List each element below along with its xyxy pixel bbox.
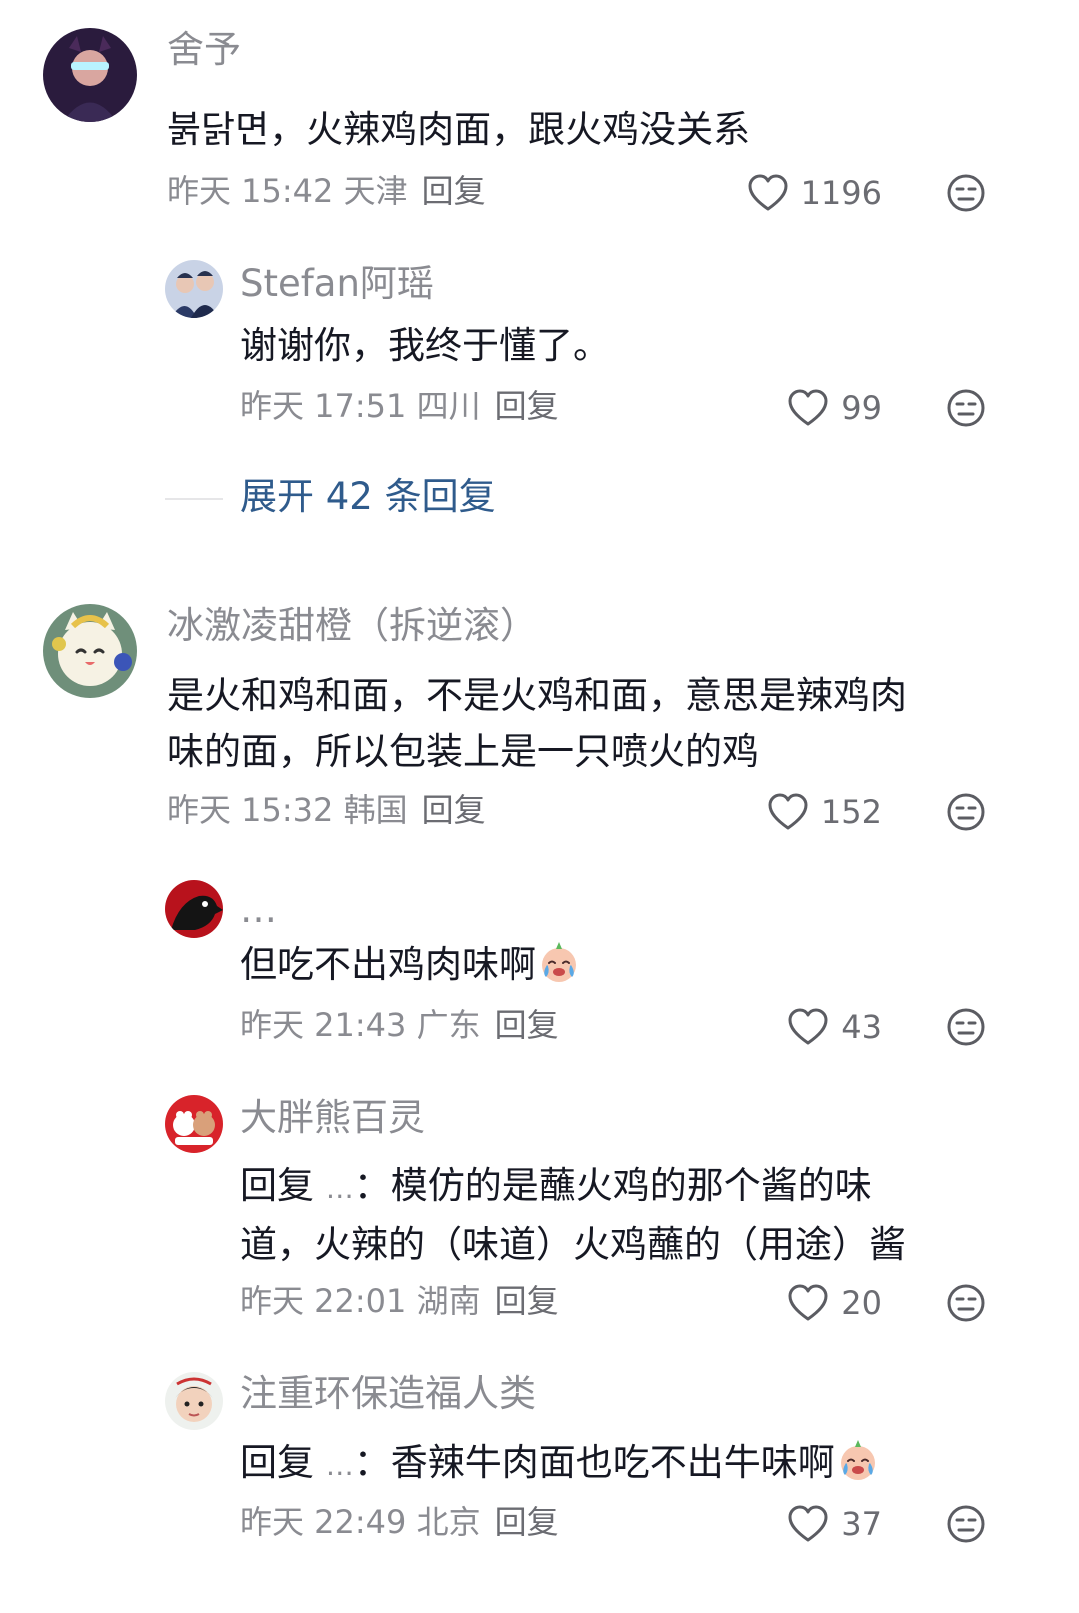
like-count: 1196	[800, 174, 882, 212]
meh-face-icon	[947, 1284, 985, 1322]
meh-face-icon	[947, 389, 985, 427]
crying-face-emoji	[835, 1437, 881, 1483]
meh-face-icon	[947, 793, 985, 831]
comment-text-line: 是火和鸡和面，不是火鸡和面，意思是辣鸡肉	[167, 674, 907, 717]
dislike-button[interactable]	[946, 1283, 986, 1323]
heart-outline-icon	[788, 1284, 828, 1321]
comment-text-line: 回复 …：香辣牛肉面也吃不出牛味啊	[240, 1435, 881, 1494]
reply-prefix: 回复	[240, 1441, 314, 1484]
dislike-button[interactable]	[946, 173, 986, 213]
commenter-name[interactable]: 注重环保造福人类	[240, 1372, 536, 1416]
reply-button[interactable]: 回复	[495, 1282, 559, 1320]
commenter-name[interactable]: 大胖熊百灵	[240, 1096, 425, 1140]
comment-text-line: 味的面，所以包装上是一只喷火的鸡	[167, 730, 759, 773]
like-button[interactable]: 20	[722, 1280, 882, 1326]
comment-text: 붉닭면，火辣鸡肉面，跟火鸡没关系	[167, 102, 750, 158]
comment-time: 昨天 21:43 广东	[240, 1006, 481, 1044]
like-count: 20	[841, 1284, 882, 1322]
comment-time: 昨天 15:42 天津	[167, 172, 408, 210]
comment-meta: 昨天 15:32 韩国 回复	[167, 791, 486, 829]
like-count: 37	[841, 1505, 882, 1543]
comment-time: 昨天 17:51 四川	[240, 387, 481, 425]
comment-text-segment: ：模仿的是蘸火鸡的那个酱的味	[353, 1164, 872, 1207]
reply-button[interactable]: 回复	[495, 1006, 559, 1044]
meh-face-icon	[947, 1008, 985, 1046]
avatar[interactable]	[165, 260, 223, 318]
avatar[interactable]	[165, 880, 223, 938]
comment-meta: 昨天 15:42 天津 回复	[167, 172, 486, 210]
meh-face-icon	[947, 174, 985, 212]
reply-button[interactable]: 回复	[495, 387, 559, 425]
like-button[interactable]: 37	[722, 1501, 882, 1547]
avatar[interactable]	[165, 1095, 223, 1153]
comment-text-line: 但吃不出鸡肉味啊	[240, 943, 536, 986]
commenter-name[interactable]: 舍予	[167, 28, 241, 72]
reply-prefix: 回复	[240, 1164, 314, 1207]
dislike-button[interactable]	[946, 1007, 986, 1047]
reply-button[interactable]: 回复	[495, 1503, 559, 1541]
like-button[interactable]: 43	[722, 1004, 882, 1050]
dislike-button[interactable]	[946, 792, 986, 832]
comment-time: 昨天 22:49 北京	[240, 1503, 481, 1541]
comment-text-line: 붉닭면，火辣鸡肉面，跟火鸡没关系	[167, 108, 751, 151]
like-button[interactable]: 1196	[722, 170, 882, 216]
commenter-name[interactable]: …	[240, 888, 277, 932]
commenter-name[interactable]: Stefan阿瑶	[240, 262, 434, 306]
dislike-button[interactable]	[946, 1504, 986, 1544]
like-button[interactable]: 152	[722, 789, 882, 835]
comment-text: 回复 …：模仿的是蘸火鸡的那个酱的味 道，火辣的（味道）火鸡蘸的（用途）酱	[240, 1158, 906, 1273]
comment-text: 是火和鸡和面，不是火鸡和面，意思是辣鸡肉 味的面，所以包装上是一只喷火的鸡	[167, 668, 907, 780]
like-count: 43	[841, 1008, 882, 1046]
comment-time: 昨天 15:32 韩国	[167, 791, 408, 829]
heart-outline-icon	[788, 389, 828, 426]
commenter-name[interactable]: 冰激凌甜橙（拆逆滚）	[167, 604, 537, 648]
meh-face-icon	[947, 1505, 985, 1543]
reply-target[interactable]: …	[326, 1172, 354, 1205]
comment-text-segment: ：香辣牛肉面也吃不出牛味啊	[353, 1441, 835, 1484]
comment-meta: 昨天 22:01 湖南 回复	[240, 1282, 559, 1320]
comment-time: 昨天 22:01 湖南	[240, 1282, 481, 1320]
avatar[interactable]	[43, 604, 137, 698]
comment-text-line: 回复 …：模仿的是蘸火鸡的那个酱的味	[240, 1158, 906, 1217]
like-button[interactable]: 99	[722, 385, 882, 431]
heart-outline-icon	[768, 793, 808, 830]
dislike-button[interactable]	[946, 388, 986, 428]
heart-outline-icon	[748, 174, 788, 211]
comment-text: 谢谢你，我终于懂了。	[240, 318, 610, 374]
comment-meta: 昨天 17:51 四川 回复	[240, 387, 559, 425]
comment-meta: 昨天 22:49 北京 回复	[240, 1503, 559, 1541]
expand-replies-button[interactable]: 展开 42 条回复	[240, 475, 496, 519]
comment-meta: 昨天 21:43 广东 回复	[240, 1006, 559, 1044]
comment-text: 回复 …：香辣牛肉面也吃不出牛味啊	[240, 1435, 881, 1494]
crying-face-emoji	[536, 939, 582, 985]
avatar[interactable]	[43, 28, 137, 122]
heart-outline-icon	[788, 1505, 828, 1542]
reply-target[interactable]: …	[326, 1449, 354, 1482]
like-count: 99	[841, 389, 882, 427]
reply-button[interactable]: 回复	[422, 791, 486, 829]
heart-outline-icon	[788, 1008, 828, 1045]
comment-text-line: 道，火辣的（味道）火鸡蘸的（用途）酱	[240, 1223, 906, 1266]
reply-button[interactable]: 回复	[422, 172, 486, 210]
expand-divider	[165, 498, 223, 500]
comment-text-line: 谢谢你，我终于懂了。	[240, 324, 610, 367]
avatar[interactable]	[165, 1372, 223, 1430]
comment-text: 但吃不出鸡肉味啊	[240, 937, 582, 993]
like-count: 152	[820, 793, 882, 831]
